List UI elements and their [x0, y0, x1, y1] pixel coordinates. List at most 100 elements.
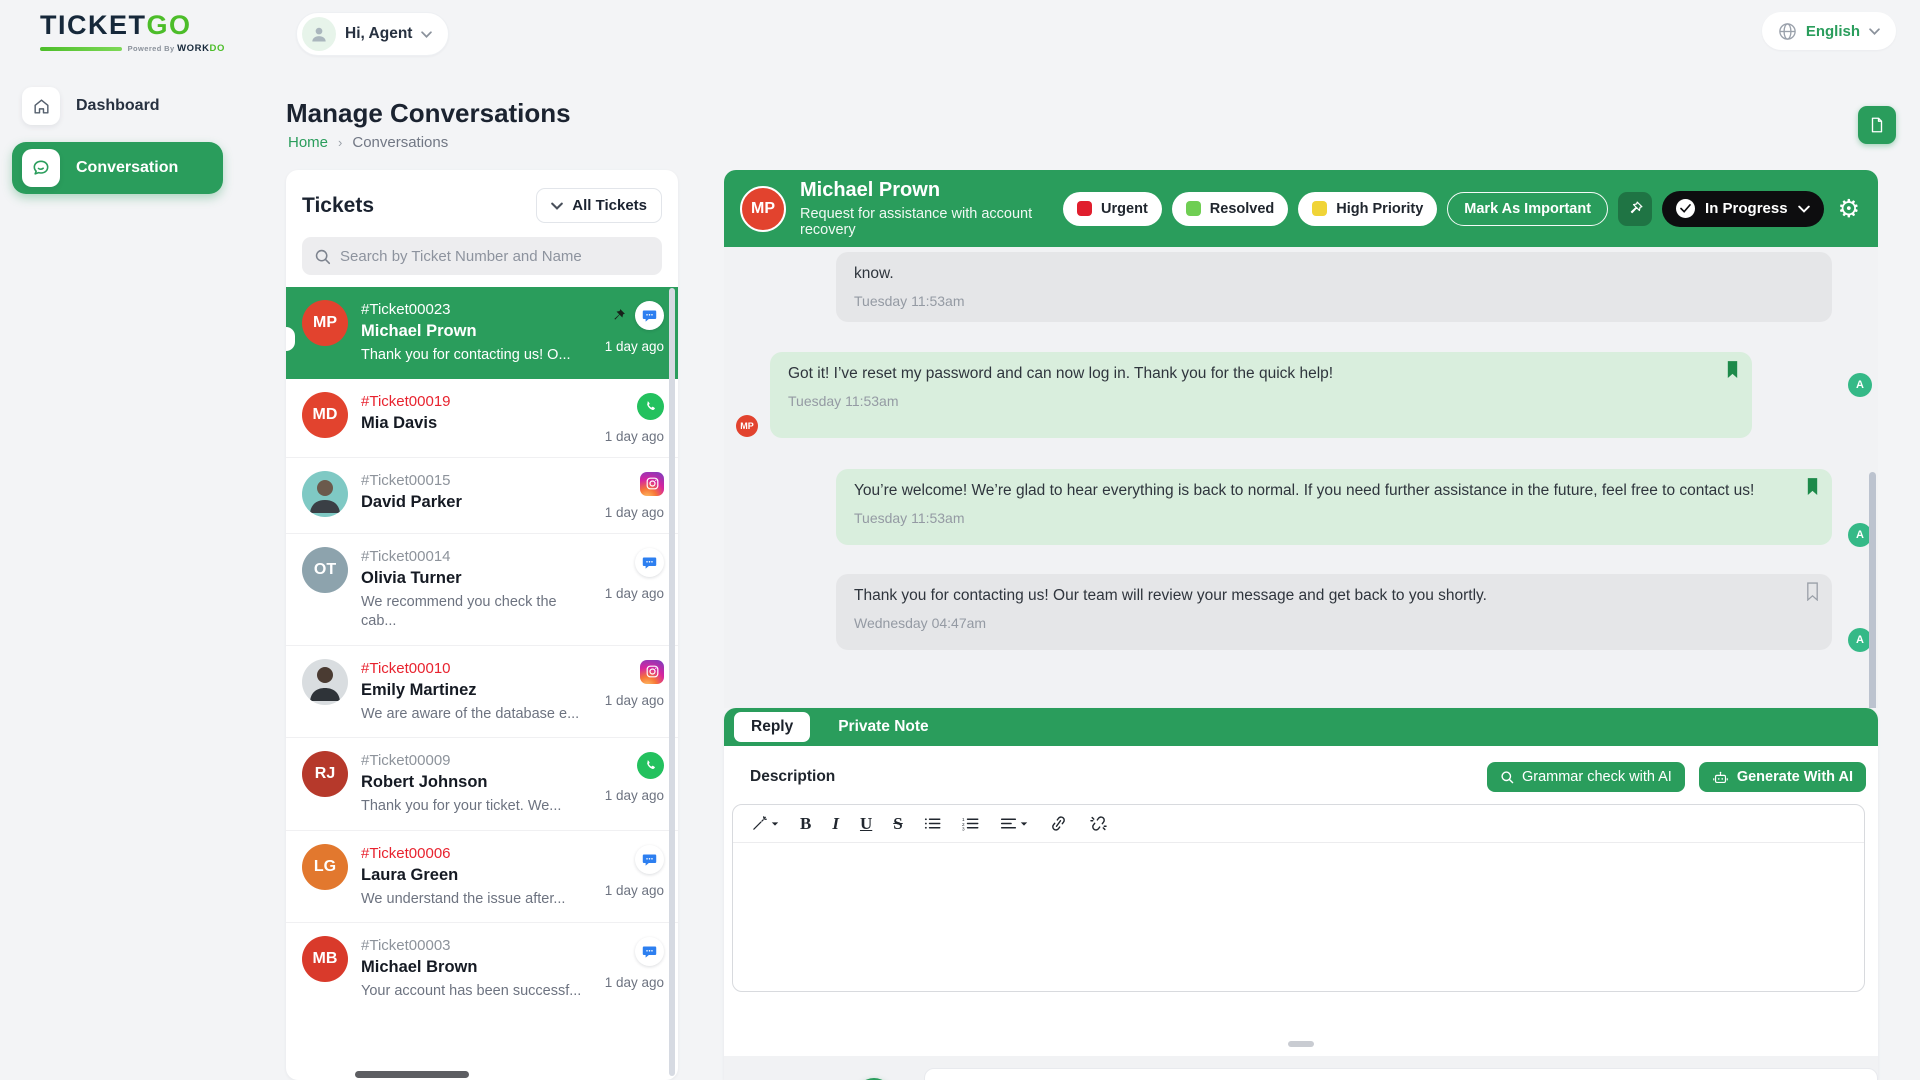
status-label: In Progress — [1705, 200, 1788, 217]
generate-ai-label: Generate With AI — [1737, 769, 1853, 785]
message-time: Tuesday 11:53am — [854, 510, 1814, 526]
magic-style-dropdown[interactable] — [751, 815, 779, 832]
language-label: English — [1806, 23, 1860, 40]
language-selector[interactable]: English — [1762, 12, 1896, 50]
ticket-name: Mia Davis — [361, 414, 592, 433]
bold-button[interactable]: B — [800, 814, 811, 834]
search-input[interactable] — [340, 248, 650, 265]
user-menu[interactable]: Hi, Agent — [296, 12, 449, 56]
contact-avatar: MP — [740, 186, 786, 232]
generate-ai-button[interactable]: Generate With AI — [1699, 762, 1866, 792]
italic-button[interactable]: I — [832, 814, 839, 834]
ticket-row[interactable]: OT #Ticket00014 Olivia Turner We recomme… — [286, 533, 678, 645]
message-scrollbar[interactable] — [1869, 472, 1876, 708]
search-icon — [314, 248, 331, 265]
ticket-row-selected[interactable]: MP #Ticket00023 Michael Prown Thank you … — [286, 287, 678, 379]
ticket-filter-dropdown[interactable]: All Tickets — [536, 188, 662, 223]
ticket-name: Michael Prown — [361, 322, 592, 341]
ordered-list-button[interactable]: 123 — [962, 816, 979, 831]
avatar-photo — [302, 471, 348, 517]
ticket-preview: Thank you for your ticket. We... — [361, 797, 592, 817]
message-time: Tuesday 11:53am — [854, 293, 1814, 309]
label-text: Urgent — [1101, 201, 1148, 217]
attachment-dropzone[interactable] — [924, 1068, 1878, 1080]
underline-button[interactable]: U — [860, 814, 872, 834]
powered-by: Powered By WORKDO — [128, 43, 225, 54]
ticket-row[interactable]: #Ticket00015 David Parker 1 day ago — [286, 457, 678, 533]
mark-as-important-button[interactable]: Mark As Important — [1447, 192, 1608, 226]
editor-resize-handle[interactable] — [1288, 1041, 1314, 1047]
tab-private-note[interactable]: Private Note — [838, 718, 928, 736]
conversation-header: MP Michael Prown Request for assistance … — [724, 170, 1878, 247]
breadcrumb-home-link[interactable]: Home — [288, 134, 328, 151]
label-high-priority[interactable]: High Priority — [1298, 192, 1437, 226]
ticket-row[interactable]: #Ticket00010 Emily Martinez We are aware… — [286, 645, 678, 738]
tab-reply[interactable]: Reply — [734, 712, 810, 742]
document-icon — [1868, 116, 1886, 134]
instagram-channel-icon — [640, 472, 664, 496]
chevron-down-icon — [421, 31, 432, 38]
avatar: MD — [302, 392, 348, 438]
ticket-row[interactable]: MB #Ticket00003 Michael Brown Your accou… — [286, 922, 678, 1015]
ticket-preview: We are aware of the database e... — [361, 705, 592, 725]
strikethrough-button[interactable]: S — [893, 814, 902, 834]
ticket-time: 1 day ago — [605, 788, 664, 803]
message-text: Thank you for contacting us! Our team wi… — [854, 585, 1814, 607]
avatar: RJ — [302, 751, 348, 797]
ticket-number: #Ticket00023 — [361, 301, 592, 318]
bookmark-icon-filled[interactable] — [1725, 360, 1740, 379]
export-document-button[interactable] — [1858, 106, 1896, 144]
urgent-color-swatch — [1077, 201, 1092, 216]
bookmark-icon-outline[interactable] — [1805, 582, 1820, 601]
message-text: You’re welcome! We’re glad to hear every… — [854, 480, 1814, 502]
grammar-check-button[interactable]: Grammar check with AI — [1487, 762, 1685, 792]
ticket-time: 1 day ago — [605, 693, 664, 708]
unlink-button[interactable] — [1089, 815, 1108, 832]
bullet-list-button[interactable] — [924, 816, 941, 831]
gear-icon[interactable]: ⚙ — [1838, 194, 1860, 223]
rich-text-editor: B I U S 123 — [732, 804, 1865, 992]
chat-channel-icon — [635, 845, 664, 874]
bookmark-icon-filled[interactable] — [1805, 477, 1820, 496]
message-bubble-agent: You’re welcome! We’re glad to hear every… — [836, 469, 1832, 545]
contact-name: Michael Prown — [800, 179, 1049, 202]
paragraph-align-dropdown[interactable] — [1000, 816, 1028, 831]
ticket-row[interactable]: MD #Ticket00019 Mia Davis 1 day ago — [286, 379, 678, 457]
app-logo[interactable]: TICKETGO Powered By WORKDO — [40, 10, 225, 54]
attachments-section: Attachments: — [724, 1056, 1878, 1080]
message-time: Tuesday 11:53am — [788, 393, 1734, 409]
avatar-photo — [302, 659, 348, 705]
label-resolved[interactable]: Resolved — [1172, 192, 1288, 226]
horizontal-scrollbar[interactable] — [355, 1071, 469, 1078]
ticket-preview: Thank you for contacting us! O... — [361, 346, 592, 366]
ticket-list-scrollbar[interactable] — [669, 288, 675, 1076]
link-button[interactable] — [1049, 815, 1068, 832]
check-circle-icon — [1676, 199, 1695, 218]
ticket-name: Laura Green — [361, 866, 592, 885]
mark-important-label: Mark As Important — [1464, 201, 1591, 217]
search-icon — [1500, 770, 1514, 784]
ticket-row[interactable]: RJ #Ticket00009 Robert Johnson Thank you… — [286, 737, 678, 830]
editor-toolbar: B I U S 123 — [733, 805, 1864, 843]
ticket-row[interactable]: LG #Ticket00006 Laura Green We understan… — [286, 830, 678, 923]
chevron-down-icon — [1798, 205, 1810, 213]
message-thread[interactable]: know. Tuesday 11:53am A Got it! I’ve res… — [724, 247, 1878, 708]
ticket-time: 1 day ago — [605, 505, 664, 520]
grammar-check-label: Grammar check with AI — [1522, 769, 1672, 785]
pin-conversation-button[interactable] — [1618, 192, 1652, 226]
reply-text-input[interactable] — [733, 843, 1864, 991]
ticket-name: David Parker — [361, 493, 592, 512]
sidebar-item-dashboard[interactable]: Dashboard — [12, 80, 223, 132]
ticket-time: 1 day ago — [605, 586, 664, 601]
whatsapp-channel-icon — [637, 752, 664, 779]
label-urgent[interactable]: Urgent — [1063, 192, 1162, 226]
status-dropdown[interactable]: In Progress — [1662, 191, 1824, 227]
whatsapp-channel-icon — [637, 393, 664, 420]
ticket-time: 1 day ago — [605, 429, 664, 444]
sidebar-item-conversation[interactable]: Conversation — [12, 142, 223, 194]
message-text: know. — [854, 263, 1814, 285]
label-text: High Priority — [1336, 201, 1423, 217]
ticket-preview: We recommend you check the cab... — [361, 593, 592, 632]
ticket-preview: We understand the issue after... — [361, 890, 592, 910]
resolved-color-swatch — [1186, 201, 1201, 216]
